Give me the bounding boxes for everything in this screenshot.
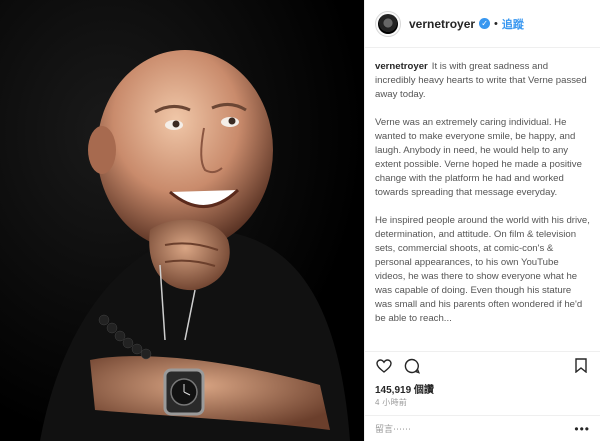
caption-username[interactable]: vernetroyer [375,61,428,72]
more-options-icon[interactable]: ••• [574,422,590,436]
instagram-post: vernetroyer ✓ • 追蹤 vernetroyer It is with… [0,0,600,441]
comment-input[interactable]: 留言⋯⋯ [375,422,574,435]
avatar[interactable] [375,10,401,37]
follow-button[interactable]: 追蹤 [502,16,524,32]
like-heart-icon[interactable] [375,357,393,375]
caption: vernetroyer It is with great sadness and … [365,48,600,351]
post-photo[interactable] [0,0,364,441]
comment-bar: 留言⋯⋯ ••• [365,415,600,441]
verified-badge-icon: ✓ [479,18,491,29]
post-header: vernetroyer ✓ • 追蹤 [365,0,600,48]
action-bar [365,351,600,379]
post-timestamp: 4 小時前 [375,398,408,407]
like-count[interactable]: 145,919 個讚 [365,379,600,397]
bookmark-icon[interactable] [572,357,590,375]
comment-icon[interactable] [403,357,421,375]
header-username[interactable]: vernetroyer [409,17,475,31]
separator-dot: • [494,17,498,30]
portrait-illustration [0,0,364,441]
caption-paragraph-3: He inspired people around the world with… [375,215,590,324]
caption-paragraph-1: vernetroyer It is with great sadness and … [375,61,587,100]
post-sidebar: vernetroyer ✓ • 追蹤 vernetroyer It is with… [364,0,600,441]
caption-paragraph-2: Verne was an extremely caring individual… [375,117,582,198]
